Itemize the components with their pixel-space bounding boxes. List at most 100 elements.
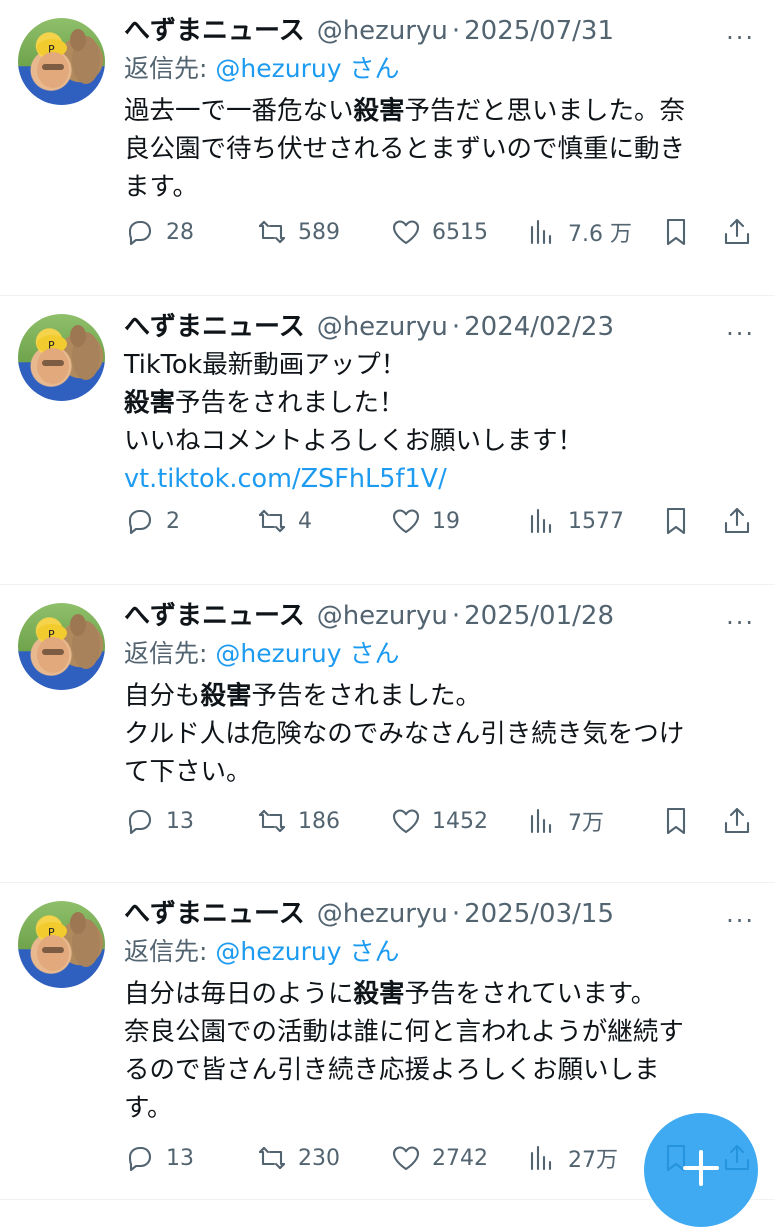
reply-prefix: 返信先: [124,54,216,83]
avatar[interactable]: P [18,314,105,401]
reply-count: 28 [166,219,194,245]
tweet-date[interactable]: 2025/03/15 [464,897,614,931]
reply-to-line: 返信先: @hezuruy さん [124,637,757,671]
like-button[interactable]: 6515 [390,216,488,248]
views-icon [530,508,552,534]
repost-button[interactable]: 230 [256,1142,340,1174]
like-count: 19 [432,508,460,534]
reply-count: 13 [166,808,194,834]
bookmark-icon [666,218,686,246]
reply-count: 2 [166,508,180,534]
more-icon[interactable]: ··· [726,320,755,348]
like-button[interactable]: 1452 [390,805,488,837]
views-count: 27万 [568,1148,618,1173]
reply-icon [128,1146,152,1172]
tweet-line: 自分は毎日のように殺害予告をされています。 [124,979,657,1009]
display-name[interactable]: へずまニュース [124,897,305,931]
reply-prefix: 返信先: [124,639,216,668]
repost-count: 230 [298,1145,340,1171]
compose-button[interactable] [644,1113,758,1227]
views-count: 7万 [568,811,604,836]
separator-dot: · [451,899,461,929]
reply-button[interactable]: 2 [124,505,180,537]
compose-plus-icon [683,1150,719,1186]
repost-button[interactable]: 589 [256,216,340,248]
share-button[interactable] [721,805,753,837]
views-button[interactable]: 1577 [526,505,624,537]
reply-icon [128,220,152,246]
more-icon[interactable]: ··· [726,24,755,52]
repost-icon [258,509,286,533]
share-button[interactable] [721,216,753,248]
tweet[interactable]: P へずまニュース @hezuryu · 2025/01/28 返信先: @he… [0,585,775,883]
reply-button[interactable]: 13 [124,805,194,837]
tweet-line: 殺害予告をされました！ [124,388,405,418]
tweet-date[interactable]: 2025/01/28 [464,599,614,633]
like-count: 1452 [432,808,488,834]
bookmark-button[interactable] [660,505,692,537]
reply-button[interactable]: 13 [124,1142,194,1174]
tweet-line: 良公園で待ち伏せされるとまずいので慎重に動き [124,134,686,164]
reply-mention[interactable]: @hezuruy [215,937,341,966]
tweet-line: 奈良公園での活動は誰に何と言われようが継続す [124,1017,684,1047]
reply-button[interactable]: 28 [124,216,194,248]
user-handle[interactable]: @hezuryu [317,14,448,48]
user-handle[interactable]: @hezuryu [317,897,448,931]
avatar[interactable]: P [18,603,105,690]
repost-icon [258,809,286,833]
heart-icon [392,509,420,534]
heart-icon [392,220,420,245]
avatar[interactable]: P [18,18,105,105]
bookmark-icon [666,807,686,835]
share-icon [724,807,750,834]
views-button[interactable]: 27万 [526,1142,618,1174]
tiktok-link[interactable]: vt.tiktok.com/ZSFhL5f1V/ [124,460,757,498]
reply-prefix: 返信先: [124,937,216,966]
reply-count: 13 [166,1145,194,1171]
reply-to-line: 返信先: @hezuruy さん [124,935,757,969]
tweet-text: TikTok最新動画アップ！ 殺害予告をされました！ いいねコメントよろしくお願いし… [124,346,757,498]
user-handle[interactable]: @hezuryu [317,310,448,344]
like-button[interactable]: 19 [390,505,460,537]
bookmark-button[interactable] [660,216,692,248]
display-name[interactable]: へずまニュース [124,14,305,48]
reply-suffix: さん [341,937,400,966]
repost-icon [258,220,286,244]
display-name[interactable]: へずまニュース [124,599,305,633]
views-icon [530,808,552,834]
tweet-line: クルド人は危険なのでみなさん引き続き気をつけ [124,719,685,749]
repost-icon [258,1146,286,1170]
tweet-line: ます。 [124,172,198,202]
share-icon [724,507,750,534]
avatar[interactable]: P [18,901,105,988]
repost-count: 4 [298,508,312,534]
views-count: 1577 [568,508,624,534]
reply-suffix: さん [341,54,400,83]
separator-dot: · [451,601,461,631]
views-button[interactable]: 7万 [526,805,604,837]
more-icon[interactable]: ··· [726,907,755,935]
like-count: 6515 [432,219,488,245]
bookmark-icon [666,507,686,535]
user-handle[interactable]: @hezuryu [317,599,448,633]
like-button[interactable]: 2742 [390,1142,488,1174]
repost-button[interactable]: 4 [256,505,312,537]
separator-dot: · [451,312,461,342]
bookmark-button[interactable] [660,805,692,837]
more-icon[interactable]: ··· [726,609,755,637]
tweet-date[interactable]: 2024/02/23 [464,310,614,344]
reply-mention[interactable]: @hezuruy [215,639,341,668]
views-button[interactable]: 7.6 万 [526,216,632,248]
reply-suffix: さん [341,639,400,668]
reply-mention[interactable]: @hezuruy [215,54,341,83]
tweet-date[interactable]: 2025/07/31 [464,14,614,48]
tweet-text: 自分は毎日のように殺害予告をされています。 奈良公園での活動は誰に何と言われようが… [124,975,757,1127]
tweet-line: るので皆さん引き続き応援よろしくお願いしま [124,1055,660,1085]
share-button[interactable] [721,505,753,537]
display-name[interactable]: へずまニュース [124,310,305,344]
tweet-line: いいねコメントよろしくお願いします！ [124,426,584,456]
tweet-line: 過去一で一番危ない殺害予告だと思いました。奈 [124,96,686,126]
repost-button[interactable]: 186 [256,805,340,837]
tweet[interactable]: P へずまニュース @hezuryu · 2025/07/31 返信先: @he… [0,0,775,296]
tweet[interactable]: P へずまニュース @hezuryu · 2024/02/23 TikTok最新… [0,296,775,585]
